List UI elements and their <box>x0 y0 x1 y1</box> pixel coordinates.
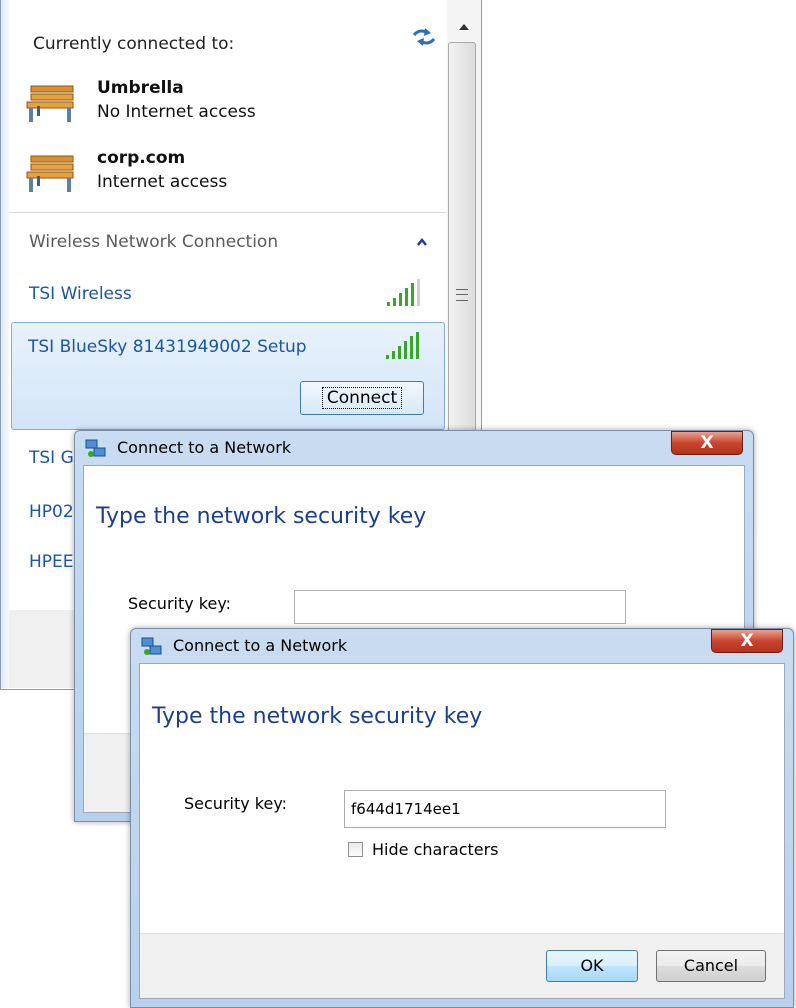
close-button[interactable]: X <box>671 431 743 455</box>
dialog-heading: Type the network security key <box>96 504 427 529</box>
collapse-icon[interactable] <box>415 236 429 248</box>
cancel-button[interactable]: Cancel <box>656 950 766 982</box>
network-name: corp.com <box>97 148 186 168</box>
section-divider <box>9 212 447 213</box>
security-key-input[interactable] <box>344 790 666 828</box>
currently-connected-label: Currently connected to: <box>33 34 235 54</box>
network-dialog-icon <box>85 439 106 457</box>
scrollbar-grip <box>456 289 468 301</box>
hide-characters-label[interactable]: Hide characters <box>372 840 499 859</box>
close-button[interactable]: X <box>711 629 783 653</box>
scroll-up-icon[interactable] <box>447 12 481 40</box>
network-status: No Internet access <box>97 102 256 122</box>
connect-dialog-front: Connect to a Network X Type the network … <box>130 628 794 1008</box>
dialog-title: Connect to a Network <box>117 438 292 457</box>
dialog-body: Type the network security key Security k… <box>139 663 785 999</box>
wifi-network-bluesky[interactable]: TSI BlueSky 81431949002 Setup Connect <box>11 322 445 430</box>
network-status: Internet access <box>97 172 228 192</box>
dialog-heading: Type the network security key <box>152 704 483 729</box>
signal-strength-icon <box>387 279 420 306</box>
connected-network-corp[interactable]: corp.com Internet access <box>25 148 425 208</box>
bench-icon <box>26 155 74 192</box>
bench-icon <box>26 85 74 122</box>
security-key-label: Security key: <box>128 594 232 613</box>
wifi-network-tsi-wireless[interactable]: TSI Wireless <box>9 276 447 318</box>
connected-network-umbrella[interactable]: Umbrella No Internet access <box>25 78 425 138</box>
connect-button-label: Connect <box>321 387 403 409</box>
wireless-section-title[interactable]: Wireless Network Connection <box>29 232 278 252</box>
wifi-network-name: TSI BlueSky 81431949002 Setup <box>28 337 307 357</box>
network-dialog-icon <box>141 637 162 655</box>
refresh-icon[interactable] <box>411 26 437 48</box>
security-key-input[interactable] <box>294 590 626 624</box>
wifi-network-name: TSI Wireless <box>29 284 132 304</box>
connect-button[interactable]: Connect <box>300 381 424 415</box>
security-key-label: Security key: <box>184 794 288 813</box>
ok-button[interactable]: OK <box>546 950 638 982</box>
checkbox-box[interactable] <box>348 842 363 857</box>
wifi-network-name: HPEE <box>29 552 74 572</box>
signal-strength-icon <box>386 332 419 359</box>
dialog-titlebar[interactable]: Connect to a Network X <box>131 629 793 663</box>
network-name: Umbrella <box>97 78 184 98</box>
wifi-network-name: HP02 <box>29 502 74 522</box>
dialog-title: Connect to a Network <box>173 636 348 655</box>
flyout-edge <box>1 0 9 688</box>
dialog-button-bar: OK Cancel <box>140 933 784 998</box>
dialog-titlebar[interactable]: Connect to a Network X <box>75 431 753 465</box>
